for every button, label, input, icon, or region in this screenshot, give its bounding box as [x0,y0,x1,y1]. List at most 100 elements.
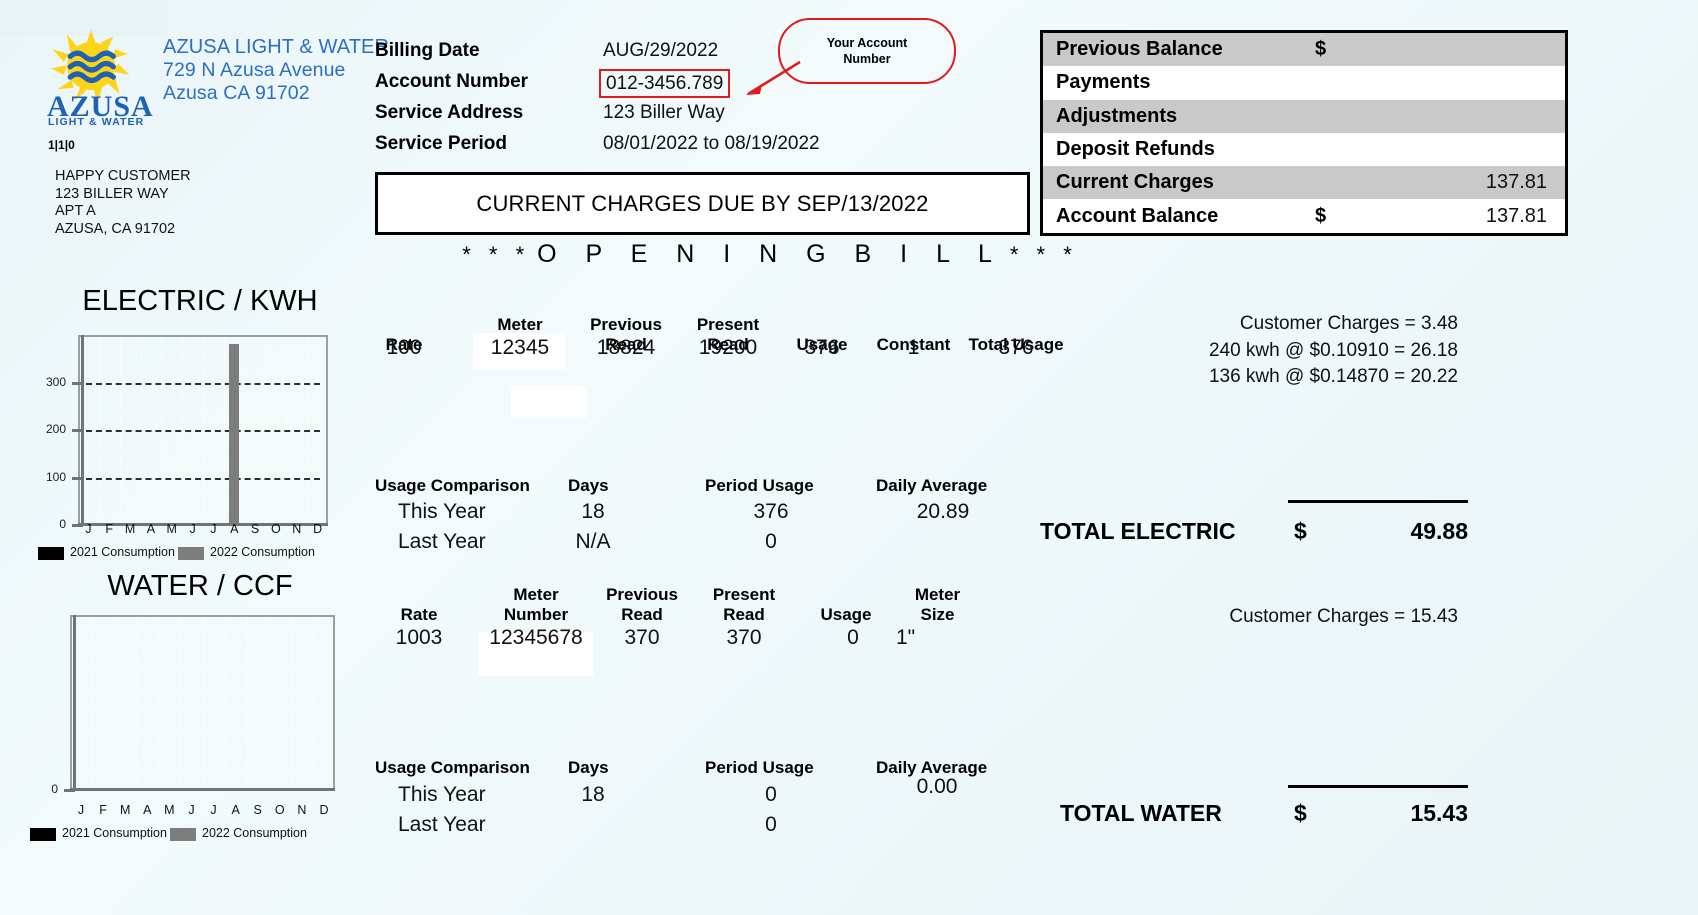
table-row: Payments [1043,66,1565,99]
balance-row-label: Payments [1056,71,1151,94]
water-usage-value: 0 [847,626,859,649]
table-row: Current Charges 137.81 [1043,166,1565,200]
chart-month-label: M [164,803,175,817]
chart-legend-swatch [38,547,64,560]
chart-vertical-gridline [158,617,160,788]
electric-chart-title: ELECTRIC / KWH [82,285,318,317]
water-meter-size-header-l2: Size [920,605,955,624]
total-electric-label: TOTAL ELECTRIC [1040,518,1236,544]
company-logo: AZUSA LIGHT & WATER [45,28,155,128]
chart-vertical-gridline [224,617,226,788]
balance-row-amount: 137.81 [1485,204,1547,227]
total-water-currency: $ [1294,800,1307,826]
table-row: Account Balance $ 137.81 [1043,199,1565,232]
water-present-read-header-l2: Read [723,605,765,624]
water-present-read-value: 370 [726,626,762,649]
chart-month-label: J [85,522,92,536]
water-this-year-label: This Year [398,783,486,806]
chart-month-label: J [210,522,217,536]
callout-line2: Number [843,52,891,66]
water-previous-read-header-l2: Read [621,605,663,624]
account-balance-table: Previous Balance $ Payments Adjustments … [1040,30,1568,236]
table-row: Previous Balance $ [1043,33,1565,67]
water-period-usage-header: Period Usage [705,758,814,777]
service-period-value: 08/01/2022 to 08/19/2022 [603,133,820,154]
total-electric-amount: 49.88 [1410,518,1468,544]
total-electric-currency: $ [1294,518,1307,544]
electric-tier1-charge: 240 kwh @ $0.10910 = 26.18 [1208,340,1458,361]
electric-meter-number-value: 12345 [490,336,550,359]
service-period-row: Service Period 08/01/2022 to 08/19/2022 [375,133,820,164]
due-notice-text: CURRENT CHARGES DUE BY SEP/13/2022 [476,190,929,216]
electric-usage-comparison-header: Usage Comparison [375,476,530,495]
water-last-year-label: Last Year [398,813,486,836]
electric-last-year-period-usage: 0 [765,530,777,553]
service-address-value: 123 Biller Way [603,102,725,123]
water-days-header: Days [568,758,609,777]
water-previous-read-header-l1: Previous [606,585,678,604]
chart-ytick-label: 300 [45,374,66,389]
electric-this-year-label: This Year [398,500,486,523]
account-number-label: Account Number [375,71,529,92]
total-water-amount: 15.43 [1410,800,1468,826]
electric-constant-value: 1 [907,336,920,359]
service-address-label: Service Address [375,102,524,123]
chart-month-label: N [297,803,307,817]
electric-previous-read-value: 18824 [596,336,656,359]
route-code: 1|1|0 [48,138,75,152]
chart-ytick-label: 100 [45,469,66,484]
chart-month-label: A [146,522,156,536]
callout-pointer-icon [746,60,801,96]
blank-field-highlight [511,386,586,418]
company-address-line1: 729 N Azusa Avenue [163,59,346,81]
electric-total-rule [1288,500,1468,503]
chart-vertical-gridline [92,617,94,788]
electric-customer-charges: Customer Charges = 3.48 [1239,313,1458,334]
electric-days-header: Days [568,476,609,495]
company-address-line2: Azusa CA 91702 [163,82,310,104]
balance-row-label: Deposit Refunds [1056,138,1215,161]
chart-legend-label: 2022 Consumption [202,826,307,840]
service-address-row: Service Address 123 Biller Way [375,102,820,133]
service-period-label: Service Period [375,133,508,154]
chart-month-label: J [77,803,85,817]
electric-present-read-header-l1: Present [696,315,760,334]
water-customer-charges: Customer Charges = 15.43 [1229,606,1458,627]
electric-previous-read-header-l1: Previous [590,315,662,334]
water-total-rule [1288,785,1468,788]
chart-month-label: O [271,522,281,536]
chart-gridline [86,430,320,432]
mailing-street: 123 BILLER WAY [55,185,169,202]
table-row: Deposit Refunds [1043,133,1565,166]
mailing-name: HAPPY CUSTOMER [55,168,191,184]
chart-vertical-gridline [312,617,314,788]
opening-bill-banner: * * * O P E N I N G B I L L * * * [430,240,1110,269]
chart-month-label: M [119,803,131,817]
electric-tier2-charge: 136 kwh @ $0.14870 = 20.22 [1208,366,1458,387]
company-address-block: AZUSA LIGHT & WATER 729 N Azusa Avenue A… [163,36,389,105]
electric-period-usage-header: Period Usage [705,476,814,495]
chart-month-label: F [105,522,114,536]
chart-vertical-gridline [246,617,248,788]
chart-y-axis [73,615,76,790]
water-last-year-period-usage: 0 [765,813,777,836]
mailing-address-block: HAPPY CUSTOMER 123 BILLER WAY APT A AZUS… [55,168,191,238]
water-usage-comparison-header: Usage Comparison [375,758,530,777]
chart-legend-label: 2021 Consumption [62,826,167,840]
chart-month-label: O [274,803,285,817]
table-row: Adjustments [1043,99,1565,133]
billing-date-label: Billing Date [375,40,480,61]
chart-bar [229,344,240,523]
water-meter-size-value: 1" [896,626,916,649]
electric-this-year-days: 18 [581,500,605,523]
electric-usage-value: 376 [804,336,840,359]
water-present-read-header-l1: Present [712,585,776,604]
water-usage-header: Usage [820,605,872,624]
electric-total-usage-value: 376 [998,336,1034,359]
water-meter-number-header-l2: Number [503,605,569,624]
account-number-value: 012-3456.789 [599,69,731,98]
current-charges-due-box: CURRENT CHARGES DUE BY SEP/13/2022 [375,172,1030,235]
chart-ytick-label: 0 [59,517,66,531]
opening-bill-words: O P E N I N G B I L L [537,240,1003,268]
chart-month-label: D [313,522,323,536]
